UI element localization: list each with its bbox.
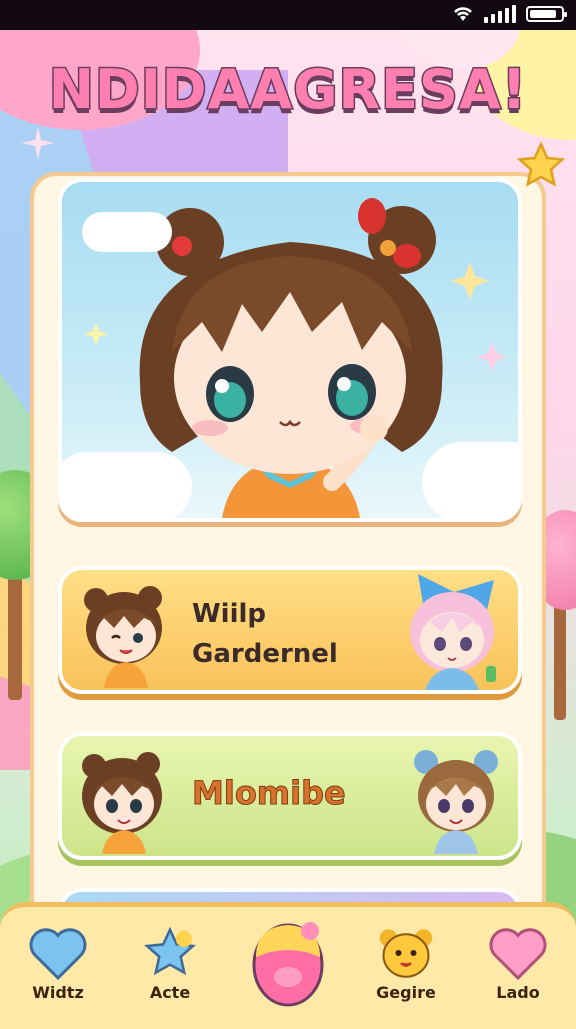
chibi-avatar-left	[82, 752, 162, 854]
game-title: NDIDAAGRESA!	[47, 57, 528, 123]
nav-label: Acte	[149, 983, 191, 1002]
mode-button-mobile[interactable]: Mlomibe	[58, 732, 522, 860]
wifi-icon	[454, 7, 472, 21]
chibi-avatar-right	[410, 574, 496, 690]
heart-icon	[489, 928, 547, 981]
mode-label: Mlomibe	[192, 774, 347, 813]
nav-label: Lado	[496, 983, 540, 1002]
star-decoration-icon	[516, 141, 566, 187]
battery-icon	[526, 6, 567, 22]
mode-label: Wiilp Gardernel	[192, 599, 338, 669]
star-icon	[144, 926, 196, 976]
main-panel: Wiilp Gardernel Mlomibe	[30, 172, 546, 948]
nav-item-acte[interactable]: Acte	[122, 925, 218, 1025]
bear-icon	[379, 929, 433, 978]
nav-item-widtz[interactable]: Widtz	[10, 925, 106, 1025]
nav-item-lado[interactable]: Lado	[470, 925, 566, 1025]
nav-label: Gegire	[376, 983, 436, 1002]
egg-icon	[252, 922, 324, 1007]
bottom-nav: Widtz Acte Gegire Lado	[0, 902, 576, 1029]
nav-label: Widtz	[32, 983, 84, 1002]
nav-item-gegire[interactable]: Gegire	[358, 925, 454, 1025]
sparkle-icon	[21, 126, 55, 160]
chibi-avatar-right	[414, 750, 498, 854]
heart-icon	[29, 928, 87, 981]
chibi-avatar-left	[84, 586, 162, 688]
signal-icon	[484, 5, 516, 23]
character-portrait[interactable]	[58, 178, 522, 522]
nav-item-center-egg[interactable]	[250, 913, 326, 1009]
mode-button-garden[interactable]: Wiilp Gardernel	[58, 566, 522, 694]
status-bar	[0, 0, 576, 30]
